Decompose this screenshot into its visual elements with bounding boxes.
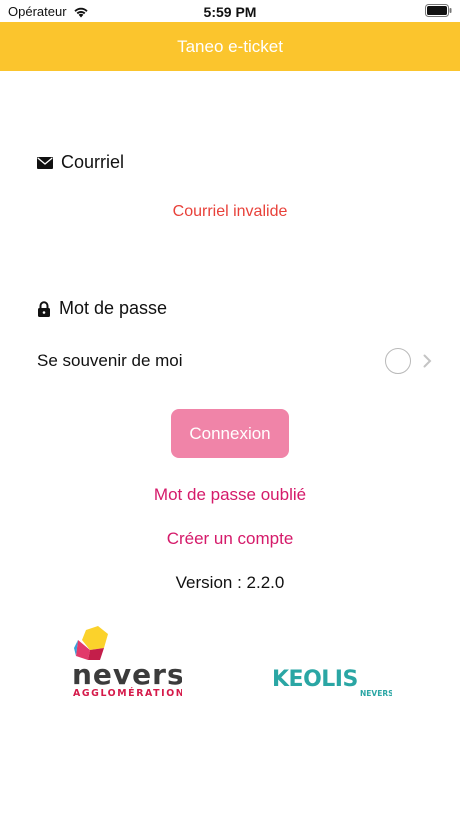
password-label: Mot de passe — [59, 298, 168, 318]
forgot-password-link[interactable]: Mot de passe oublié — [0, 485, 460, 505]
navigation-bar: Taneo e-ticket — [0, 22, 460, 71]
chevron-right-icon — [423, 354, 432, 368]
battery-icon — [425, 4, 452, 17]
keolis-logo: KEOLIS NEVERS — [272, 667, 392, 698]
keolis-subtitle: NEVERS — [360, 689, 392, 698]
remember-me-label: Se souvenir de moi — [37, 351, 183, 370]
status-time: 5:59 PM — [203, 4, 257, 20]
remember-me-radio[interactable] — [385, 348, 411, 374]
email-label: Courriel — [61, 152, 125, 172]
create-account-link[interactable]: Créer un compte — [0, 529, 460, 549]
nevers-subtitle: AGGLOMÉRATION — [73, 687, 182, 698]
keolis-wordmark: KEOLIS — [272, 667, 358, 692]
nevers-wordmark: nevers — [72, 658, 182, 691]
remember-me-row[interactable]: Se souvenir de moi — [37, 348, 432, 374]
status-bar: Opérateur 5:59 PM — [0, 0, 460, 22]
nav-title: Taneo e-ticket — [177, 36, 283, 56]
status-right — [425, 4, 452, 20]
lock-icon — [38, 300, 50, 317]
email-label-row: Courriel — [37, 152, 124, 173]
nevers-agglomeration-logo: nevers AGGLOMÉRATION — [72, 626, 182, 698]
version-text: Version : 2.2.0 — [175, 573, 285, 592]
connect-button[interactable]: Connexion — [171, 409, 289, 458]
password-label-row: Mot de passe — [37, 298, 167, 319]
envelope-icon — [37, 156, 53, 169]
email-error-message: Courriel invalide — [172, 203, 288, 220]
